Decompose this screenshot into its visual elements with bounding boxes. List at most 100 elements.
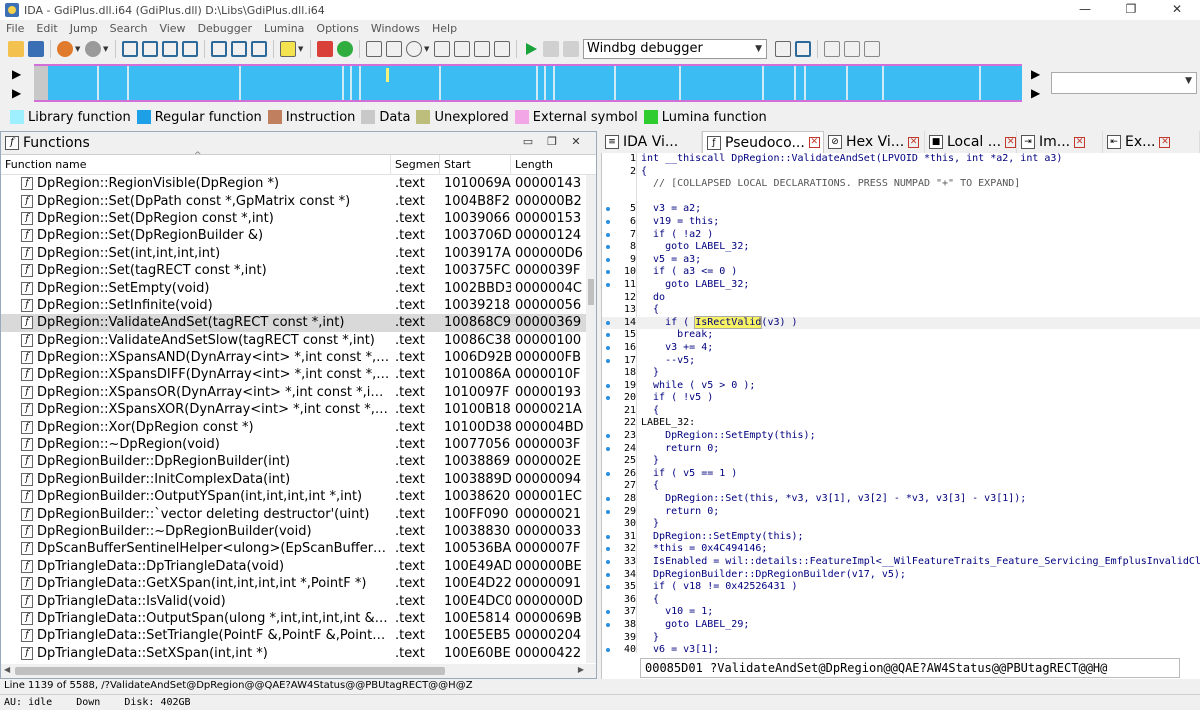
debugger-select[interactable]: Windbg debugger ▼ [583, 39, 767, 59]
code-line[interactable]: 34 DpRegionBuilder::DpRegionBuilder(v17,… [602, 569, 1200, 582]
function-row[interactable]: f DpRegionBuilder::`vector deleting destr… [1, 505, 596, 522]
code-line[interactable]: 30 } [602, 518, 1200, 531]
list-view-icon[interactable] [824, 41, 840, 57]
chevron-icon[interactable] [494, 41, 510, 57]
settings-icon[interactable] [406, 41, 422, 57]
close-tab-icon[interactable]: ✕ [808, 137, 820, 148]
function-row[interactable]: f DpTriangleData::SetTriangle(PointF &,Po… [1, 627, 596, 644]
pseudocode-view[interactable]: 1 int __thiscall DpRegion::ValidateAndSet… [601, 153, 1200, 679]
function-row[interactable]: f DpRegion::SetEmpty(void) .text 1002BBD3 00… [1, 279, 596, 296]
tab-pseudocode[interactable]: ƒ Pseudoco... ✕ [702, 131, 824, 153]
code-line[interactable]: 29 return 0; [602, 506, 1200, 519]
attach-process-icon[interactable] [775, 41, 791, 57]
function-row[interactable]: f DpRegion::XSpansXOR(DynArray<int> *,int… [1, 401, 596, 418]
breakpoint-dot-icon[interactable] [606, 547, 610, 552]
menu-debugger[interactable]: Debugger [192, 22, 258, 35]
functions-horizontal-scrollbar[interactable]: ◀ ▶ [1, 664, 596, 678]
nav-right-arrows[interactable]: ▶ ▶ [1031, 65, 1040, 103]
function-row[interactable]: f DpRegion::Set(DpPath const *,GpMatrix c… [1, 192, 596, 209]
panel-close-icon[interactable]: ✕ [564, 135, 588, 148]
close-button[interactable]: ✕ [1154, 0, 1200, 20]
code-line[interactable]: 6 v19 = this; [602, 216, 1200, 229]
detach-process-icon[interactable] [795, 41, 811, 57]
code-line[interactable]: // [COLLAPSED LOCAL DECLARATIONS. PRESS … [602, 178, 1200, 191]
navigation-strip[interactable] [34, 64, 1022, 102]
breakpoint-dot-icon[interactable] [606, 320, 610, 325]
code-line[interactable]: 36 { [602, 594, 1200, 607]
function-row[interactable]: f DpRegion::XSpansDIFF(DynArray<int> *,in… [1, 366, 596, 383]
scrollbar-thumb[interactable] [15, 667, 445, 675]
code-line[interactable]: 14 if ( IsRectValid(v3) ) [602, 315, 1200, 330]
breakpoint-dot-icon[interactable] [606, 446, 610, 451]
code-line[interactable]: 25 } [602, 455, 1200, 468]
scroll-left-icon[interactable]: ◀ [4, 665, 10, 674]
breakpoint-dot-icon[interactable] [606, 497, 610, 502]
code-line[interactable]: 39 } [602, 632, 1200, 645]
search-binary-icon[interactable] [162, 41, 178, 57]
function-row[interactable]: f DpRegion::Xor(DpRegion const *) .text 101… [1, 418, 596, 435]
breakpoint-dot-icon[interactable] [606, 585, 610, 590]
menu-edit[interactable]: Edit [30, 22, 63, 35]
step-icon[interactable] [454, 41, 470, 57]
breakpoint-dot-icon[interactable] [606, 333, 610, 338]
nav-left-arrows[interactable]: ▶ ▶ [12, 65, 21, 103]
stop-square-icon[interactable] [434, 41, 450, 57]
code-line[interactable]: 20 if ( !v5 ) [602, 392, 1200, 405]
function-row[interactable]: f DpRegion::XSpansAND(DynArray<int> *,int… [1, 349, 596, 366]
stop-icon[interactable] [563, 41, 579, 57]
code-line[interactable]: 1 int __thiscall DpRegion::ValidateAndSet… [602, 153, 1200, 166]
breakpoint-dot-icon[interactable] [606, 534, 610, 539]
code-line[interactable]: 7 if ( !a2 ) [602, 229, 1200, 242]
code-line[interactable]: 16 v3 += 4; [602, 342, 1200, 355]
forward-dropdown-icon[interactable]: ▼ [103, 45, 109, 53]
menu-jump[interactable]: Jump [64, 22, 104, 35]
breakpoint-dot-icon[interactable] [606, 396, 610, 401]
pause-icon[interactable] [543, 41, 559, 57]
breakpoint-dot-icon[interactable] [606, 434, 610, 439]
menu-options[interactable]: Options [310, 22, 364, 35]
minimize-button[interactable]: — [1062, 0, 1108, 20]
functions-vertical-scrollbar[interactable] [586, 175, 596, 663]
screen-icon[interactable] [474, 41, 490, 57]
list-add-icon[interactable] [844, 41, 860, 57]
breakpoint-dot-icon[interactable] [606, 509, 610, 514]
breakpoint-dot-icon[interactable] [606, 270, 610, 275]
patch-icon[interactable] [366, 41, 382, 57]
maximize-button[interactable]: ❐ [1108, 0, 1154, 20]
menu-help[interactable]: Help [426, 22, 463, 35]
function-row[interactable]: f DpRegion::XSpansOR(DynArray<int> *,int … [1, 384, 596, 401]
column-header-start[interactable]: Start [440, 154, 511, 175]
column-header-segment[interactable]: Segment [391, 154, 440, 175]
menu-lumina[interactable]: Lumina [258, 22, 310, 35]
struct-view-icon[interactable] [251, 41, 267, 57]
function-row[interactable]: f DpRegion::Set(DpRegionBuilder &) .text 10… [1, 227, 596, 244]
code-line[interactable]: 24 return 0; [602, 443, 1200, 456]
code-line[interactable]: 18 } [602, 367, 1200, 380]
graph-view-icon[interactable] [211, 41, 227, 57]
function-row[interactable]: f DpRegion::ValidateAndSet(tagRECT const … [1, 314, 596, 332]
function-row[interactable]: f DpTriangleData::GetXSpan(int,int,int,in… [1, 575, 596, 592]
function-row[interactable]: f DpRegionBuilder::DpRegionBuilder(int) .t… [1, 453, 596, 470]
breakpoint-dot-icon[interactable] [606, 358, 610, 363]
menu-windows[interactable]: Windows [365, 22, 426, 35]
tab-exports[interactable]: ⇤ Ex... ✕ [1103, 131, 1200, 153]
code-line[interactable]: 17 --v5; [602, 355, 1200, 368]
breakpoint-dot-icon[interactable] [606, 345, 610, 350]
code-line[interactable]: 11 goto LABEL_32; [602, 279, 1200, 292]
function-row[interactable]: f DpRegion::ValidateAndSetSlow(tagRECT co… [1, 332, 596, 349]
function-row[interactable]: f DpRegionBuilder::OutputYSpan(int,int,in… [1, 488, 596, 505]
function-row[interactable]: f DpRegion::Set(tagRECT const *,int) .text… [1, 262, 596, 279]
function-row[interactable]: f DpRegion::Set(DpRegion const *,int) .tex… [1, 210, 596, 227]
code-line[interactable]: 19 while ( v5 > 0 ); [602, 380, 1200, 393]
menu-file[interactable]: File [0, 22, 30, 35]
code-line[interactable]: 37 v10 = 1; [602, 606, 1200, 619]
code-line[interactable]: 28 DpRegion::Set(this, *v3, v3[1], v3[2]… [602, 493, 1200, 506]
code-line[interactable]: 35 if ( v18 != 0x42526431 ) [602, 581, 1200, 594]
settings-dropdown-icon[interactable]: ▼ [424, 45, 430, 53]
breakpoint-dot-icon[interactable] [606, 622, 610, 627]
run-green-circle-icon[interactable] [337, 41, 353, 57]
breakpoint-dot-icon[interactable] [606, 383, 610, 388]
tab-imports[interactable]: ⇥ Im... ✕ [1017, 131, 1103, 153]
function-row[interactable]: f DpRegion::Set(int,int,int,int) .text 1003… [1, 245, 596, 262]
forward-arrow-icon[interactable] [85, 41, 101, 57]
